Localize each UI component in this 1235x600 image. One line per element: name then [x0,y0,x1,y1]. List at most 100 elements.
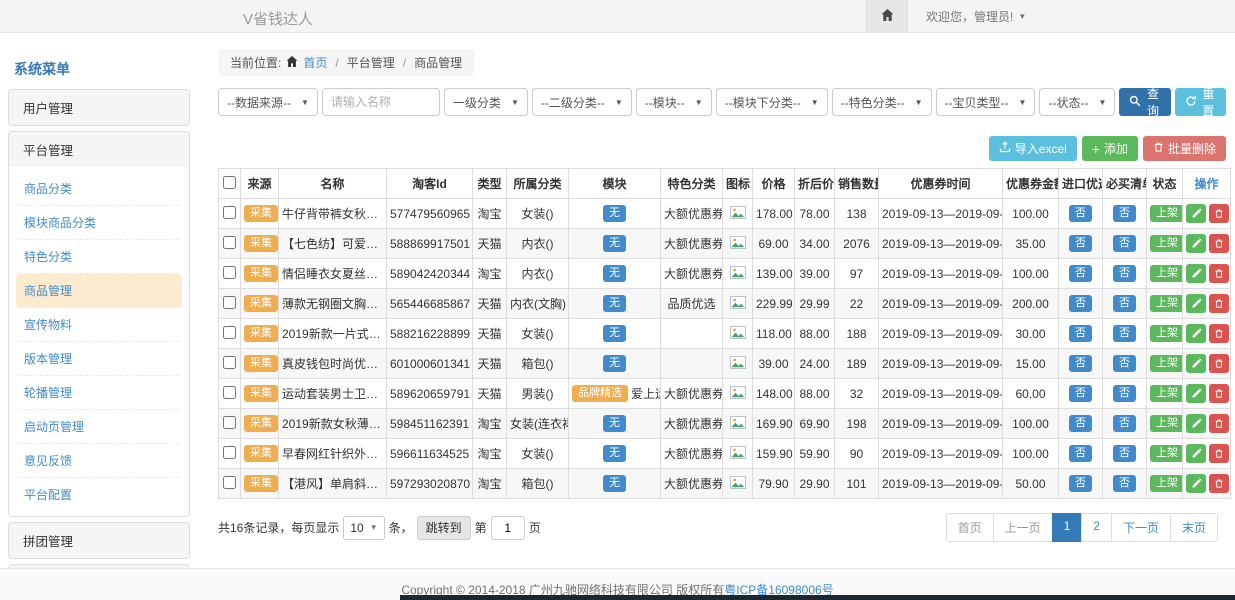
status-toggle[interactable]: 上架 [1150,235,1183,252]
import-select-toggle[interactable]: 否 [1069,445,1092,462]
must-buy-toggle[interactable]: 否 [1113,265,1136,282]
row-checkbox[interactable] [223,326,236,339]
status-toggle[interactable]: 上架 [1150,385,1183,402]
page-button[interactable]: 末页 [1170,513,1218,542]
row-checkbox[interactable] [223,236,236,249]
must-buy-toggle[interactable]: 否 [1113,385,1136,402]
filter-select[interactable]: --模块下分类--▼ [716,88,828,116]
sidebar-group-header[interactable]: 拼团管理 [9,523,189,558]
page-button[interactable]: 首页 [946,513,994,542]
filter-select[interactable]: 一级分类▼ [444,88,528,116]
page-number-input[interactable] [491,516,525,540]
row-checkbox[interactable] [223,206,236,219]
sidebar-item[interactable]: 商品分类 [16,172,182,206]
per-page-select[interactable]: 10 ▼ [343,516,384,540]
page-button[interactable]: 1 [1052,513,1083,542]
add-button[interactable]: + 添加 [1082,136,1138,161]
delete-button[interactable] [1209,204,1229,223]
name-search-input[interactable] [322,88,440,116]
edit-button[interactable] [1186,324,1206,343]
must-buy-toggle[interactable]: 否 [1113,475,1136,492]
row-checkbox[interactable] [223,476,236,489]
row-checkbox[interactable] [223,416,236,429]
page-button[interactable]: 上一页 [993,513,1053,542]
row-checkbox[interactable] [223,266,236,279]
edit-button[interactable] [1186,234,1206,253]
status-toggle[interactable]: 上架 [1150,265,1183,282]
edit-button[interactable] [1186,204,1206,223]
user-menu[interactable]: 欢迎您，管理员! ▼ [926,8,1026,25]
edit-button[interactable] [1186,474,1206,493]
edit-button[interactable] [1186,354,1206,373]
must-buy-toggle[interactable]: 否 [1113,205,1136,222]
sidebar-group-header[interactable]: 平台管理 [9,132,189,167]
status-toggle[interactable]: 上架 [1150,355,1183,372]
edit-button[interactable] [1186,414,1206,433]
must-buy-toggle[interactable]: 否 [1113,415,1136,432]
delete-button[interactable] [1209,354,1229,373]
status-toggle[interactable]: 上架 [1150,205,1183,222]
import-excel-button[interactable]: 导入excel [989,136,1077,161]
import-select-toggle[interactable]: 否 [1069,235,1092,252]
page-button[interactable]: 2 [1081,513,1112,542]
filter-select[interactable]: --状态--▼ [1039,88,1115,116]
delete-button[interactable] [1209,414,1229,433]
must-buy-toggle[interactable]: 否 [1113,445,1136,462]
status-toggle[interactable]: 上架 [1150,325,1183,342]
status-toggle[interactable]: 上架 [1150,475,1183,492]
sidebar-item[interactable]: 商品管理 [16,274,182,308]
filter-select[interactable]: --模块--▼ [636,88,712,116]
status-toggle[interactable]: 上架 [1150,445,1183,462]
row-checkbox[interactable] [223,356,236,369]
sidebar-item[interactable]: 意见反馈 [16,444,182,478]
filter-select[interactable]: --宝贝类型--▼ [936,88,1036,116]
must-buy-toggle[interactable]: 否 [1113,235,1136,252]
import-select-toggle[interactable]: 否 [1069,415,1092,432]
sidebar-item[interactable]: 特色分类 [16,240,182,274]
sidebar-item[interactable]: 轮播管理 [16,376,182,410]
row-checkbox[interactable] [223,296,236,309]
status-toggle[interactable]: 上架 [1150,295,1183,312]
search-button[interactable]: 查询 [1119,88,1170,116]
filter-select[interactable]: --数据来源--▼ [218,88,318,116]
import-select-toggle[interactable]: 否 [1069,475,1092,492]
import-select-toggle[interactable]: 否 [1069,265,1092,282]
filter-select[interactable]: --二级分类--▼ [532,88,632,116]
import-select-toggle[interactable]: 否 [1069,355,1092,372]
reset-button[interactable]: 重置 [1175,88,1226,116]
jump-button[interactable]: 跳转到 [417,516,471,540]
row-checkbox[interactable] [223,446,236,459]
filter-select[interactable]: --特色分类--▼ [832,88,932,116]
delete-button[interactable] [1209,444,1229,463]
delete-button[interactable] [1209,234,1229,253]
status-toggle[interactable]: 上架 [1150,415,1183,432]
sidebar-item[interactable]: 模块商品分类 [16,206,182,240]
home-button[interactable] [866,0,908,33]
sidebar-item[interactable]: 版本管理 [16,342,182,376]
select-all-checkbox[interactable] [223,176,236,189]
delete-button[interactable] [1209,294,1229,313]
row-checkbox[interactable] [223,386,236,399]
must-buy-toggle[interactable]: 否 [1113,355,1136,372]
breadcrumb-home-link[interactable]: 首页 [303,54,327,71]
delete-button[interactable] [1209,264,1229,283]
batch-delete-button[interactable]: 批量删除 [1143,136,1226,161]
sidebar-item[interactable]: 启动页管理 [16,410,182,444]
sidebar-item[interactable]: 宣传物料 [16,308,182,342]
delete-button[interactable] [1209,324,1229,343]
must-buy-toggle[interactable]: 否 [1113,325,1136,342]
must-buy-toggle[interactable]: 否 [1113,295,1136,312]
edit-button[interactable] [1186,444,1206,463]
page-button[interactable]: 下一页 [1111,513,1171,542]
edit-button[interactable] [1186,264,1206,283]
delete-button[interactable] [1209,474,1229,493]
delete-button[interactable] [1209,384,1229,403]
sidebar-group-header[interactable]: 用户管理 [9,90,189,125]
import-select-toggle[interactable]: 否 [1069,295,1092,312]
import-select-toggle[interactable]: 否 [1069,325,1092,342]
edit-button[interactable] [1186,384,1206,403]
sidebar-item[interactable]: 平台配置 [16,478,182,511]
import-select-toggle[interactable]: 否 [1069,385,1092,402]
import-select-toggle[interactable]: 否 [1069,205,1092,222]
edit-button[interactable] [1186,294,1206,313]
